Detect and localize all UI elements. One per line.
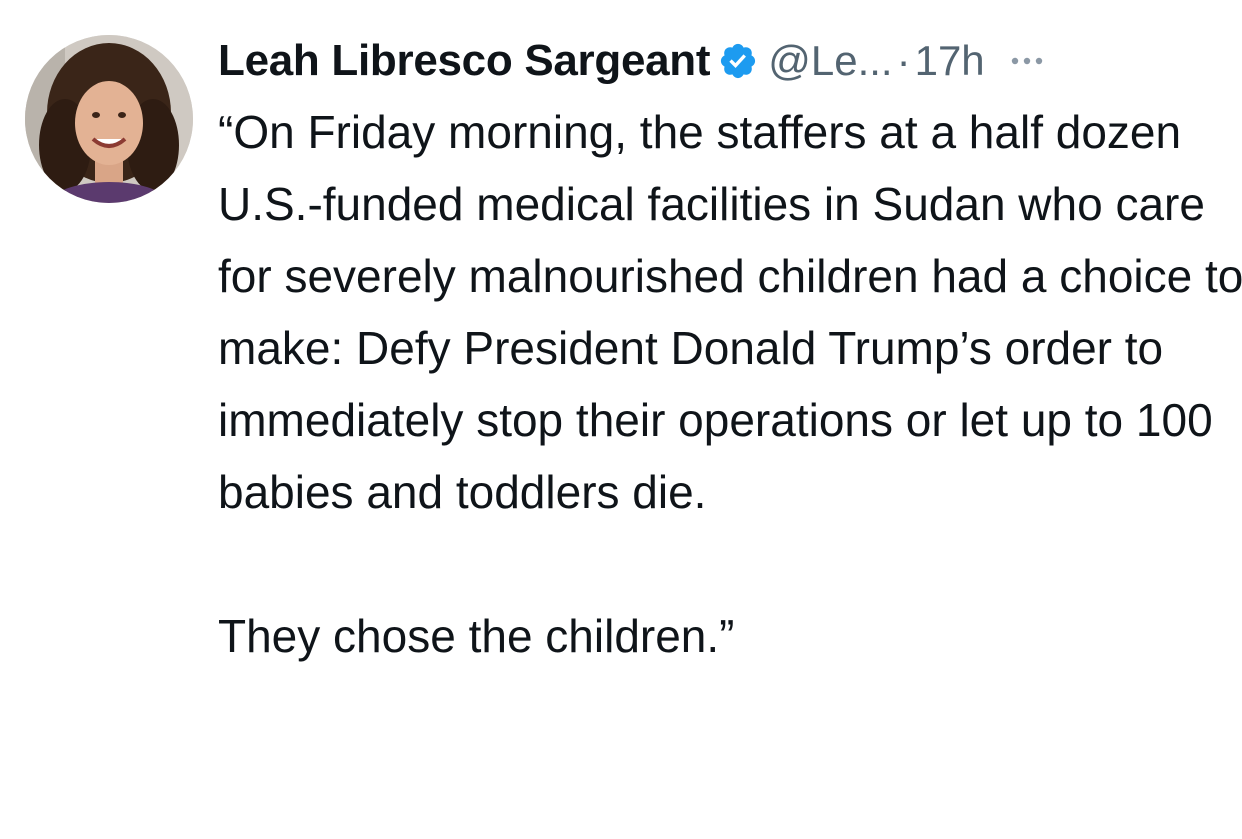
avatar[interactable] — [25, 35, 193, 203]
more-horizontal-icon[interactable] — [1009, 55, 1045, 67]
author-display-name[interactable]: Leah Libresco Sargeant — [218, 36, 711, 86]
header-separator: · — [896, 37, 911, 84]
verified-badge-icon[interactable] — [718, 41, 758, 81]
tweet-card: Leah Libresco Sargeant @Le... · 17h “On … — [0, 0, 1242, 839]
tweet-content: Leah Libresco Sargeant @Le... · 17h “On … — [218, 30, 1242, 672]
tweet-timestamp[interactable]: 17h — [915, 37, 985, 85]
tweet-header: Leah Libresco Sargeant @Le... · 17h — [218, 30, 1242, 92]
tweet-text: “On Friday morning, the staffers at a ha… — [218, 106, 1242, 662]
author-handle[interactable]: @Le... — [768, 37, 892, 85]
avatar-photo — [25, 35, 193, 203]
